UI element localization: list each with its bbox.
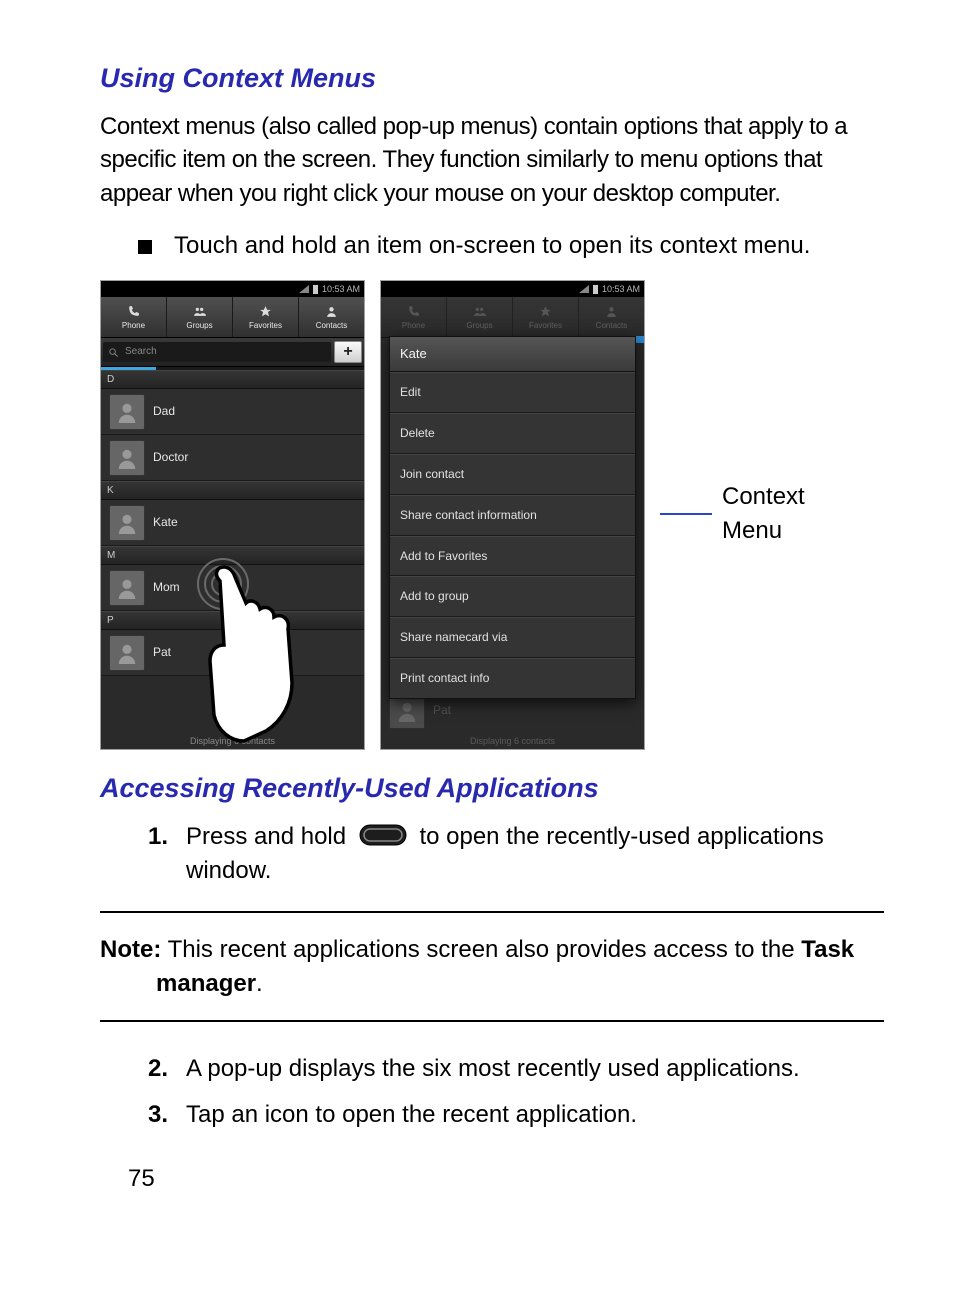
numbered-list-continued: 2. A pop-up displays the six most recent…: [110, 1052, 884, 1131]
callout-line: [660, 513, 712, 515]
section-header-K: K: [101, 481, 364, 500]
context-menu-popup: Kate Edit Delete Join contact Share cont…: [389, 336, 636, 699]
avatar: [109, 635, 145, 671]
note-block: Note: This recent applications screen al…: [100, 911, 884, 1022]
phone-screenshot-contacts-list: 10:53 AM Phone Groups Favorites Contacts…: [100, 280, 365, 750]
ctx-item-add-to-favorites[interactable]: Add to Favorites: [390, 536, 635, 577]
ctx-item-share-contact-info[interactable]: Share contact information: [390, 495, 635, 536]
list-scroll-indicator: [101, 367, 364, 370]
avatar: [109, 394, 145, 430]
page-number: 75: [128, 1162, 884, 1196]
list-item[interactable]: Doctor: [101, 435, 364, 481]
scroll-accent: [635, 336, 644, 343]
ctx-item-share-namecard[interactable]: Share namecard via: [390, 617, 635, 658]
bullet-icon: [138, 240, 152, 254]
step-3: 3. Tap an icon to open the recent applic…: [110, 1098, 884, 1132]
step-2: 2. A pop-up displays the six most recent…: [110, 1052, 884, 1086]
avatar: [109, 505, 145, 541]
tab-phone: Phone: [381, 297, 447, 337]
search-bar: Search +: [101, 338, 364, 367]
step-1: 1. Press and hold to open the recently-u…: [110, 820, 884, 887]
section-header-P: P: [101, 611, 364, 630]
footer-count-dimmed: Displaying 6 contacts: [381, 735, 644, 748]
status-bar: 10:53 AM: [381, 281, 644, 297]
avatar: [109, 570, 145, 606]
status-time: 10:53 AM: [602, 283, 640, 296]
heading-recent-apps: Accessing Recently-Used Applications: [100, 770, 884, 808]
home-button-icon: [359, 824, 407, 846]
heading-using-context-menus: Using Context Menus: [100, 60, 884, 98]
list-item[interactable]: Kate: [101, 500, 364, 546]
step-number: 3.: [110, 1098, 168, 1132]
figure-context-menu: 10:53 AM Phone Groups Favorites Contacts…: [100, 280, 884, 750]
avatar: [109, 440, 145, 476]
footer-count: Displaying 6 contacts: [101, 735, 364, 748]
signal-icon: [579, 285, 589, 293]
section-header-D: D: [101, 370, 364, 389]
ctx-item-join-contact[interactable]: Join contact: [390, 454, 635, 495]
tab-bar: Phone Groups Favorites Contacts: [101, 297, 364, 338]
bullet-item: Touch and hold an item on-screen to open…: [138, 229, 884, 263]
tab-groups[interactable]: Groups: [167, 297, 233, 337]
section-header-M: M: [101, 546, 364, 565]
search-input[interactable]: Search: [103, 342, 331, 362]
add-contact-button[interactable]: +: [334, 341, 362, 363]
signal-icon: [299, 285, 309, 293]
paragraph-ctx-intro: Context menus (also called pop-up menus)…: [100, 110, 884, 211]
ctx-item-print-contact[interactable]: Print contact info: [390, 658, 635, 698]
search-icon: [108, 347, 119, 358]
ctx-item-edit[interactable]: Edit: [390, 372, 635, 413]
tab-phone[interactable]: Phone: [101, 297, 167, 337]
tab-favorites: Favorites: [513, 297, 579, 337]
phone-screenshot-context-menu: 10:53 AM Phone Groups Favorites Contacts…: [380, 280, 645, 750]
battery-icon: [593, 285, 598, 294]
status-bar: 10:53 AM: [101, 281, 364, 297]
tab-favorites[interactable]: Favorites: [233, 297, 299, 337]
context-menu-title: Kate: [390, 337, 635, 372]
step-number: 1.: [110, 820, 168, 854]
ctx-item-add-to-group[interactable]: Add to group: [390, 576, 635, 617]
list-item[interactable]: Dad: [101, 389, 364, 435]
battery-icon: [313, 285, 318, 294]
list-item[interactable]: Mom: [101, 565, 364, 611]
tab-contacts: Contacts: [579, 297, 644, 337]
callout-context-menu: Context Menu: [660, 480, 805, 547]
tab-bar-dimmed: Phone Groups Favorites Contacts: [381, 297, 644, 338]
callout-label: Context Menu: [722, 480, 805, 547]
step-number: 2.: [110, 1052, 168, 1086]
bullet-text: Touch and hold an item on-screen to open…: [174, 229, 884, 263]
numbered-list: 1. Press and hold to open the recently-u…: [110, 820, 884, 887]
note-label: Note:: [100, 936, 161, 963]
ctx-item-delete[interactable]: Delete: [390, 413, 635, 454]
list-item[interactable]: Pat: [101, 630, 364, 676]
tab-contacts[interactable]: Contacts: [299, 297, 364, 337]
tab-groups: Groups: [447, 297, 513, 337]
status-time: 10:53 AM: [322, 283, 360, 296]
